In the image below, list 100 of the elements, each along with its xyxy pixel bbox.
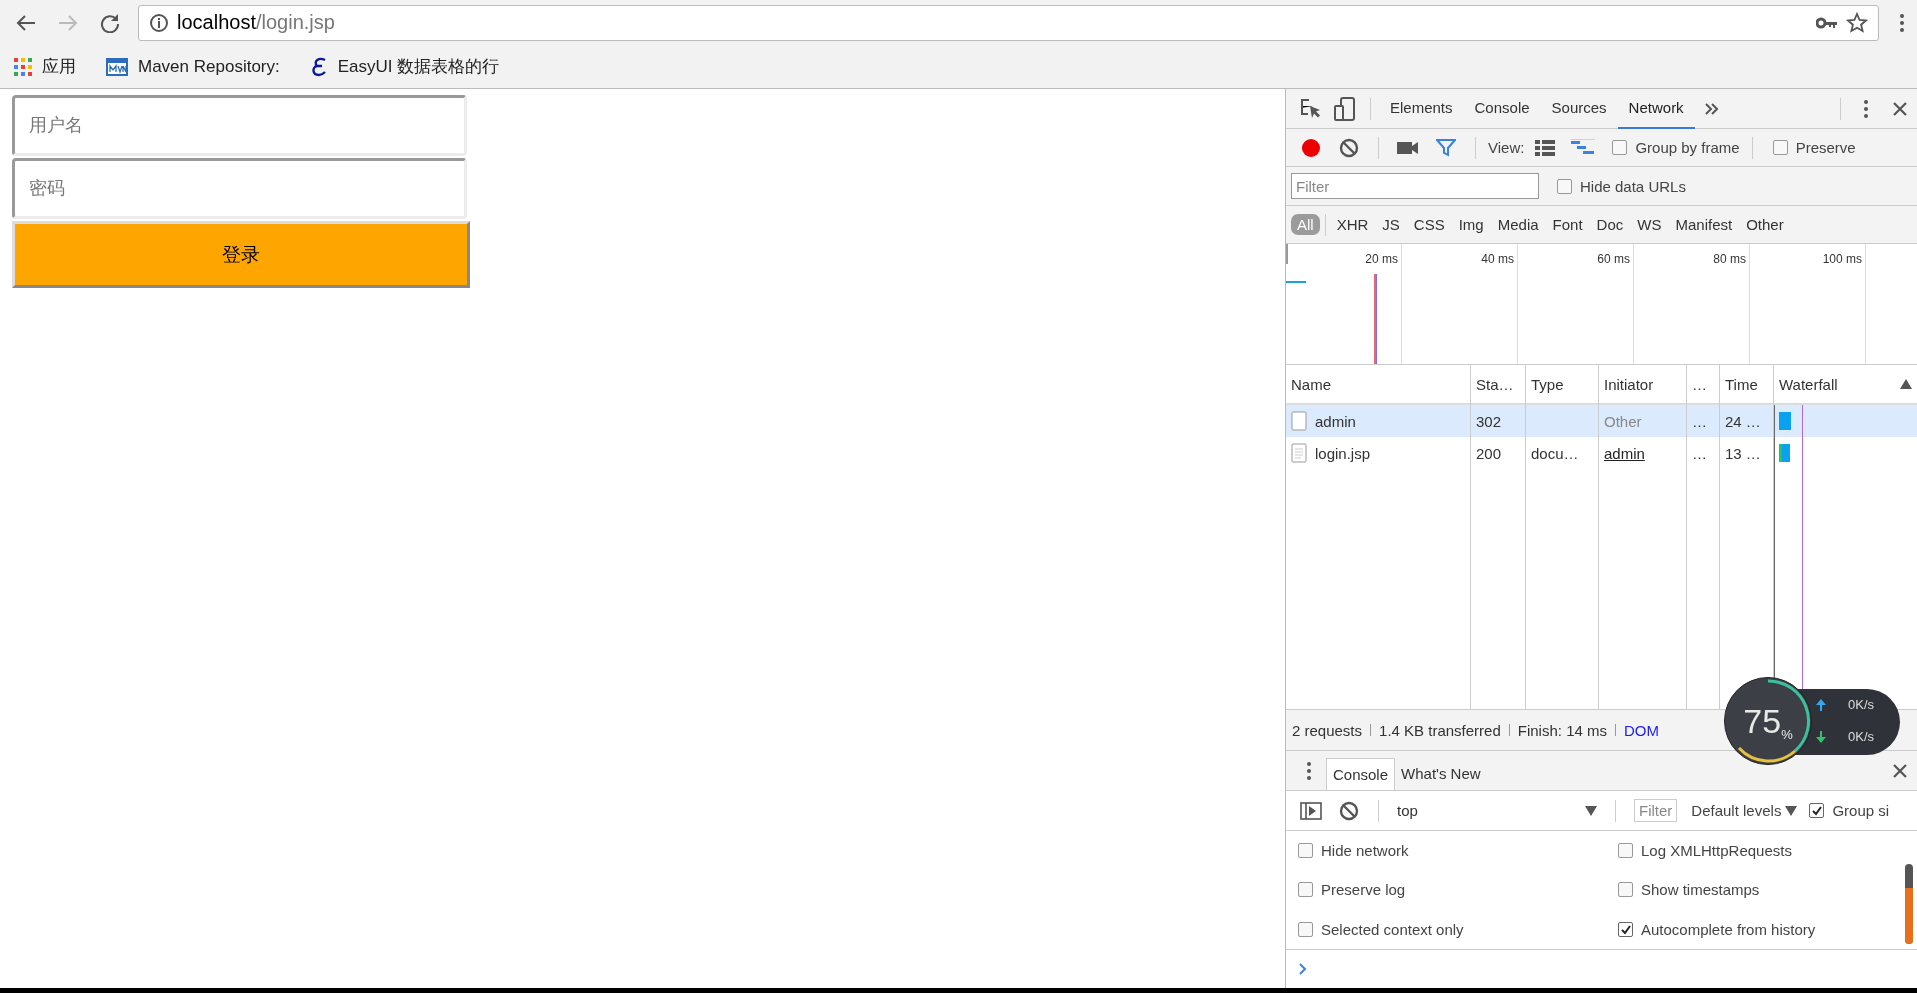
- checkbox-label: Preserve log: [1321, 881, 1406, 899]
- checkbox[interactable]: [1618, 882, 1633, 898]
- initiator-link[interactable]: admin: [1599, 437, 1686, 469]
- tick-label: 20 ms: [1365, 251, 1399, 266]
- table-cell-text: 13 …: [1724, 443, 1762, 464]
- record-icon[interactable]: [1300, 136, 1322, 159]
- checkbox[interactable]: [1298, 843, 1313, 859]
- document-icon: [1291, 411, 1307, 431]
- close-icon[interactable]: [1892, 762, 1908, 779]
- devtools-tab[interactable]: Sources: [1540, 88, 1618, 129]
- levels-dropdown[interactable]: Default levels: [1691, 802, 1798, 819]
- clear-icon[interactable]: [1339, 137, 1359, 158]
- url-text: localhost/login.jsp: [177, 11, 336, 34]
- tick-label: 100 ms: [1822, 251, 1863, 266]
- caret-icon: [1785, 805, 1798, 816]
- checkbox-label: Group by frame: [1635, 139, 1740, 156]
- clear-icon[interactable]: [1339, 800, 1359, 821]
- checkbox-label: Selected context only: [1321, 920, 1464, 938]
- checkbox-label: Hide network: [1321, 842, 1409, 860]
- grid-icon: [14, 57, 32, 76]
- checkbox[interactable]: [1557, 178, 1572, 194]
- checkbox[interactable]: [1298, 921, 1313, 937]
- type-filter[interactable]: XHR: [1330, 214, 1375, 235]
- tick-label: 40 ms: [1481, 251, 1515, 266]
- sidebar-toggle-icon[interactable]: [1300, 801, 1322, 820]
- address-bar[interactable]: localhost/login.jsp: [138, 4, 1879, 41]
- checkbox[interactable]: [1809, 803, 1825, 818]
- table-cell: [1526, 405, 1598, 437]
- inspect-icon[interactable]: [1300, 97, 1322, 120]
- tick-label: 60 ms: [1597, 251, 1631, 266]
- menu-icon[interactable]: [1899, 12, 1905, 33]
- info-icon: [149, 12, 169, 33]
- checkbox[interactable]: [1618, 843, 1633, 859]
- table-cell-text: …: [1691, 443, 1708, 464]
- timing-bar-icon: [1779, 444, 1791, 462]
- password-field[interactable]: 密码: [12, 158, 467, 219]
- filter-field[interactable]: Filter: [1291, 173, 1539, 199]
- more-options-icon[interactable]: [1863, 98, 1869, 119]
- filter-icon[interactable]: [1436, 138, 1456, 157]
- file-name[interactable]: login.jsp: [1315, 444, 1371, 462]
- more-tabs-icon[interactable]: [1704, 102, 1719, 115]
- type-filter[interactable]: Manifest: [1669, 214, 1739, 235]
- type-filter[interactable]: CSS: [1407, 214, 1451, 235]
- bookmark[interactable]: 应用: [14, 55, 76, 78]
- view-label: View:: [1488, 139, 1525, 156]
- checkbox-label: Group si: [1832, 802, 1890, 819]
- file-name[interactable]: admin: [1315, 412, 1356, 430]
- devtools-tab[interactable]: Elements: [1379, 88, 1464, 129]
- drawer-tab[interactable]: Console: [1326, 757, 1396, 790]
- checkbox[interactable]: [1772, 140, 1788, 155]
- status-text: Finish: 14 ms: [1517, 721, 1607, 739]
- sort-ascending-icon: [1900, 379, 1912, 389]
- type-filter[interactable]: Font: [1546, 214, 1589, 235]
- table-cell: 24 …: [1720, 405, 1773, 437]
- thermometer-icon: [1905, 864, 1913, 944]
- type-filter[interactable]: Doc: [1590, 214, 1630, 235]
- checkbox-label: Preserve: [1795, 139, 1856, 156]
- checkbox[interactable]: [1618, 921, 1633, 937]
- list-view-icon[interactable]: [1535, 139, 1556, 156]
- type-filter[interactable]: JS: [1376, 214, 1406, 235]
- tick-label: 80 ms: [1713, 251, 1747, 266]
- checkbox-label: Hide data URLs: [1580, 177, 1686, 195]
- username-field[interactable]: 用户名: [12, 95, 467, 156]
- checkbox[interactable]: [1298, 882, 1313, 898]
- table-cell: Other: [1599, 405, 1686, 437]
- device-icon[interactable]: [1334, 96, 1356, 121]
- status-link[interactable]: DOM: [1624, 721, 1659, 739]
- bookmark[interactable]: EasyUI 数据表格的行: [309, 55, 500, 78]
- waterfall-view-icon[interactable]: [1571, 138, 1596, 157]
- document-icon: [1291, 443, 1307, 463]
- timing-bar-icon: [1779, 412, 1791, 430]
- console-filter-field[interactable]: Filter: [1634, 799, 1678, 822]
- type-filter[interactable]: Media: [1491, 214, 1545, 235]
- status-text: 2 requests: [1292, 721, 1363, 739]
- close-icon[interactable]: [1892, 100, 1908, 117]
- table-cell: 302: [1471, 405, 1525, 437]
- reload-icon[interactable]: [100, 12, 120, 33]
- back-icon[interactable]: [16, 13, 36, 32]
- drawer-tab[interactable]: What's New: [1395, 757, 1487, 790]
- checkbox[interactable]: [1612, 140, 1628, 155]
- checkbox-label: Autocomplete from history: [1641, 920, 1816, 938]
- more-options-icon[interactable]: [1306, 760, 1312, 781]
- checkbox-label: Show timestamps: [1641, 881, 1760, 899]
- login-button[interactable]: 登录: [12, 221, 470, 288]
- camera-icon[interactable]: [1397, 140, 1419, 155]
- context-dropdown[interactable]: top: [1391, 802, 1603, 819]
- type-filter[interactable]: WS: [1631, 214, 1668, 235]
- star-icon[interactable]: [1846, 11, 1868, 34]
- site-icon: [309, 55, 328, 78]
- upload-arrow-icon: [1816, 698, 1826, 711]
- site-icon: [106, 57, 128, 76]
- type-filter[interactable]: Img: [1452, 214, 1490, 235]
- table-cell-text: 200: [1475, 443, 1503, 464]
- table-cell-text: docu…: [1530, 443, 1580, 464]
- type-filter[interactable]: Other: [1740, 214, 1790, 235]
- prompt-icon: [1298, 962, 1308, 976]
- key-icon[interactable]: [1816, 15, 1838, 30]
- caret-icon: [1585, 805, 1597, 816]
- bookmark[interactable]: Maven Repository:: [106, 56, 280, 77]
- devtools-tab[interactable]: Console: [1463, 88, 1541, 129]
